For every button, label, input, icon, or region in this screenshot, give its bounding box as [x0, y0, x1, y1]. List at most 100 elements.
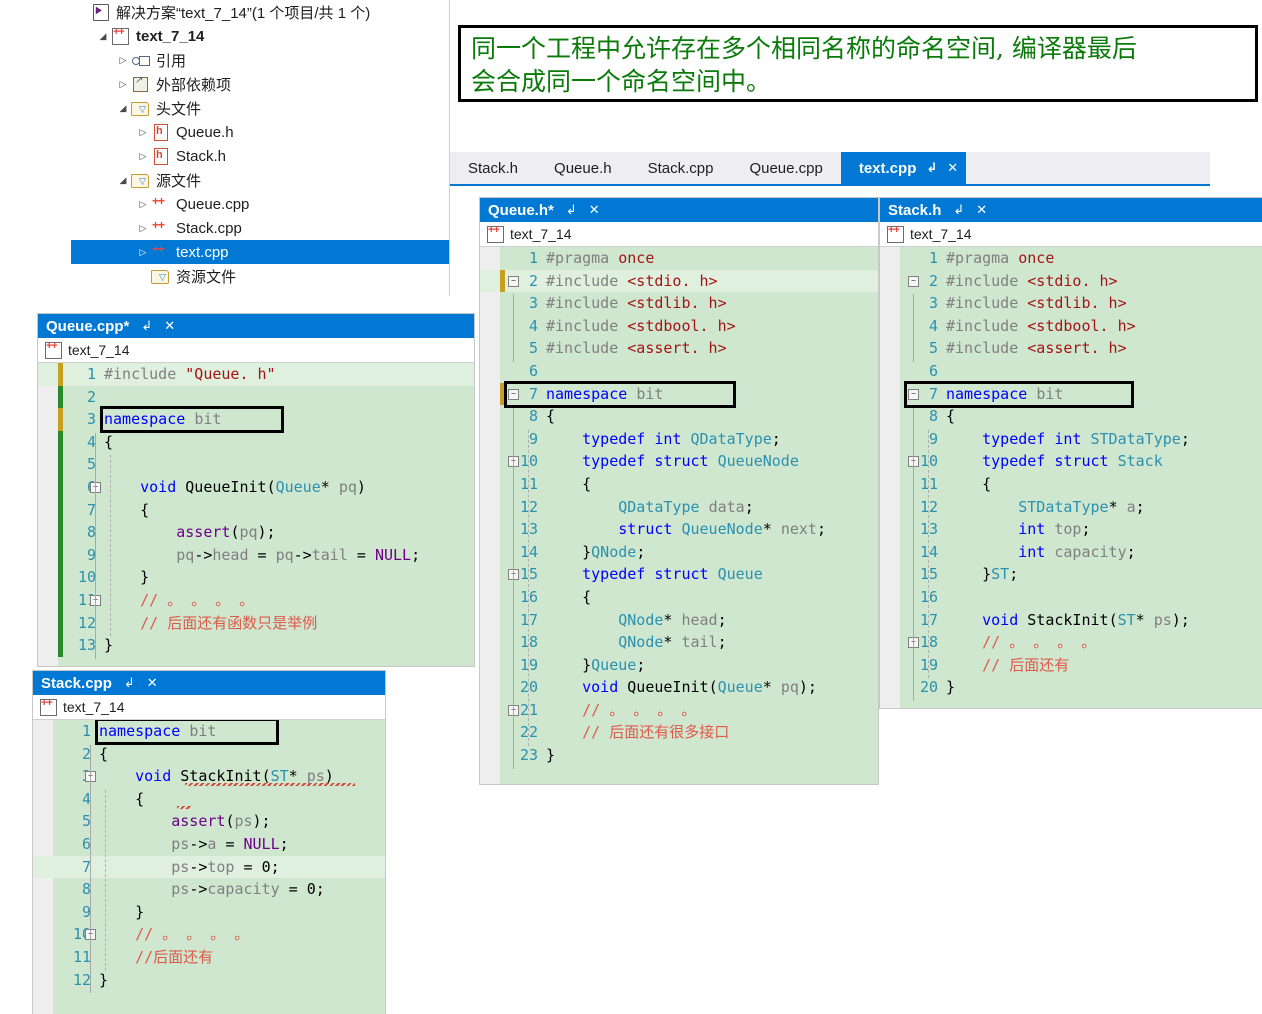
code-line[interactable]: 4{	[38, 431, 474, 454]
code-line[interactable]: 1 #include "Queue. h"	[38, 363, 474, 386]
code-line[interactable]: 11 {	[480, 473, 878, 496]
window-titlebar[interactable]: Queue.h* ↲ ✕	[480, 198, 878, 222]
code-line[interactable]: 10 }	[38, 566, 474, 589]
code-line[interactable]: 7 namespace bit	[880, 383, 1262, 406]
code-line[interactable]: 6	[880, 360, 1262, 383]
code-line[interactable]: 6 void QueueInit(Queue* pq)	[38, 476, 474, 499]
expand-arrow-icon[interactable]: ◢	[95, 31, 111, 41]
window-titlebar[interactable]: Queue.cpp* ↲ ✕	[38, 314, 474, 338]
code-line[interactable]: 2 #include <stdio. h>	[880, 270, 1262, 293]
editor-tab-Queue-cpp[interactable]: Queue.cpp	[731, 152, 841, 184]
code-line[interactable]: 15 }ST;	[880, 563, 1262, 586]
expand-arrow-icon[interactable]: ◢	[115, 175, 131, 185]
code-line[interactable]: 11 // 。 。 。 。	[38, 589, 474, 612]
code-line[interactable]: 3 #include <stdlib. h>	[880, 292, 1262, 315]
code-line[interactable]: 8 ps->capacity = 0;	[33, 878, 385, 901]
code-line[interactable]: 5 assert(ps);	[33, 810, 385, 833]
code-line[interactable]: 18 // 。 。 。 。	[880, 631, 1262, 654]
close-icon[interactable]: ✕	[147, 675, 158, 691]
code-line[interactable]: 16 {	[480, 586, 878, 609]
code-line[interactable]: 9 pq->head = pq->tail = NULL;	[38, 544, 474, 567]
tree-item-解决方案“text_7_14”(1 个项目/共 1 个)[interactable]: 解决方案“text_7_14”(1 个项目/共 1 个)	[71, 0, 449, 24]
code-line[interactable]: 13 struct QueueNode* next;	[480, 518, 878, 541]
code-line[interactable]: 6	[480, 360, 878, 383]
code-line[interactable]: 9 }	[33, 901, 385, 924]
code-line[interactable]: 3 namespace bit	[38, 408, 474, 431]
code-line[interactable]: 20 void QueueInit(Queue* pq);	[480, 676, 878, 699]
collapse-arrow-icon[interactable]: ▷	[135, 151, 151, 161]
code-line[interactable]: 12 // 后面还有函数只是举例	[38, 612, 474, 635]
code-line[interactable]: 8 assert(pq);	[38, 521, 474, 544]
code-line[interactable]: 19 // 后面还有	[880, 654, 1262, 677]
close-icon[interactable]: ✕	[947, 160, 958, 176]
code-editor-area[interactable]: 1 #pragma once 2 #include <stdio. h> 3 #inclu…	[880, 247, 1262, 708]
expand-arrow-icon[interactable]: ◢	[115, 103, 131, 113]
code-line[interactable]: 10 typedef struct Stack	[880, 450, 1262, 473]
editor-tab-Stack-h[interactable]: Stack.h	[450, 152, 537, 184]
code-line[interactable]: 1 #pragma once	[480, 247, 878, 270]
code-line[interactable]: 19 }Queue;	[480, 654, 878, 677]
code-line[interactable]: 21 // 。 。 。 。	[480, 699, 878, 722]
close-icon[interactable]: ✕	[164, 318, 175, 334]
editor-tab-strip[interactable]: Stack.h Queue.h Stack.cpp Queue.cpp text.cpp…	[450, 152, 1210, 186]
code-line[interactable]: 4 #include <stdbool. h>	[880, 315, 1262, 338]
code-line[interactable]: 12}	[33, 969, 385, 992]
collapse-arrow-icon[interactable]: ▷	[115, 79, 131, 89]
breadcrumb[interactable]: text_7_14	[38, 338, 474, 363]
code-line[interactable]: 5	[38, 453, 474, 476]
editor-tab-Queue-h[interactable]: Queue.h	[536, 152, 630, 184]
tree-item-源文件[interactable]: ◢ 源文件	[71, 168, 449, 192]
code-line[interactable]: 11 {	[880, 473, 1262, 496]
code-fold-toggle[interactable]: −	[908, 275, 919, 287]
code-line[interactable]: 2 #include <stdio. h>	[480, 269, 878, 293]
code-line[interactable]: 8{	[480, 405, 878, 428]
tree-item-头文件[interactable]: ◢ 头文件	[71, 96, 449, 120]
code-window-stack-cpp[interactable]: Stack.cpp ↲ ✕ text_7_14 1namespace bit2{…	[33, 671, 385, 1014]
code-editor-area[interactable]: 1#include "Queue. h"23namespace bit4{56 …	[38, 363, 474, 666]
editor-tab-text-cpp[interactable]: text.cpp ↲ ✕	[840, 152, 967, 184]
code-line[interactable]: 12 QDataType data;	[480, 496, 878, 519]
code-line[interactable]: 20}	[880, 676, 1262, 699]
code-line[interactable]: 14 }QNode;	[480, 541, 878, 564]
pin-icon[interactable]: ↲	[124, 675, 135, 691]
code-line[interactable]: 16	[880, 586, 1262, 609]
collapse-arrow-icon[interactable]: ▷	[135, 223, 151, 233]
code-line[interactable]: 12 STDataType* a;	[880, 496, 1262, 519]
code-line[interactable]: 2	[38, 386, 474, 409]
tree-item-Stack.h[interactable]: ▷ Stack.h	[71, 144, 449, 168]
close-icon[interactable]: ✕	[589, 202, 600, 218]
tree-item-text.cpp[interactable]: ▷ text.cpp	[71, 240, 449, 264]
code-line[interactable]: 18 QNode* tail;	[480, 631, 878, 654]
tree-item-Stack.cpp[interactable]: ▷ Stack.cpp	[71, 216, 449, 240]
code-line[interactable]: 13}	[38, 634, 474, 657]
code-fold-toggle[interactable]: −	[908, 388, 919, 400]
code-line[interactable]: 5 #include <assert. h>	[480, 337, 878, 360]
code-line[interactable]: 6 ps->a = NULL;	[33, 833, 385, 856]
code-line[interactable]: 17 QNode* head;	[480, 609, 878, 632]
code-line[interactable]: 15 typedef struct Queue	[480, 563, 878, 586]
breadcrumb[interactable]: text_7_14	[480, 222, 878, 247]
collapse-arrow-icon[interactable]: ▷	[135, 247, 151, 257]
code-line[interactable]: 17 void StackInit(ST* ps);	[880, 609, 1262, 632]
code-line[interactable]: 7 ps->top = 0;	[33, 855, 385, 879]
pin-icon[interactable]: ↲	[566, 202, 577, 218]
code-line[interactable]: 14 int capacity;	[880, 541, 1262, 564]
breadcrumb[interactable]: text_7_14	[880, 222, 1262, 247]
solution-explorer-panel[interactable]: 解决方案“text_7_14”(1 个项目/共 1 个) ◢ text_7_14 ▷ 引…	[71, 0, 450, 296]
code-line[interactable]: 13 int top;	[880, 518, 1262, 541]
code-line[interactable]: 1 #pragma once	[880, 247, 1262, 270]
window-titlebar[interactable]: Stack.h ↲ ✕	[880, 198, 1262, 222]
collapse-arrow-icon[interactable]: ▷	[135, 127, 151, 137]
code-line[interactable]: 9 typedef int QDataType;	[480, 428, 878, 451]
window-titlebar[interactable]: Stack.cpp ↲ ✕	[33, 671, 385, 695]
code-editor-area[interactable]: 1namespace bit2{3 void StackInit(ST* ps)…	[33, 720, 385, 1014]
code-line[interactable]: 4 {	[33, 788, 385, 811]
code-line[interactable]: 7 namespace bit	[480, 383, 878, 406]
code-line[interactable]: 5 #include <assert. h>	[880, 337, 1262, 360]
tree-item-资源文件[interactable]: 资源文件	[71, 264, 449, 288]
pin-icon[interactable]: ↲	[926, 160, 937, 176]
code-line[interactable]: 11 //后面还有	[33, 946, 385, 969]
tree-item-Queue.h[interactable]: ▷ Queue.h	[71, 120, 449, 144]
code-line[interactable]: 9 typedef int STDataType;	[880, 428, 1262, 451]
code-editor-area[interactable]: 1 #pragma once 2 #include <stdio. h> 3 #inclu…	[480, 247, 878, 784]
